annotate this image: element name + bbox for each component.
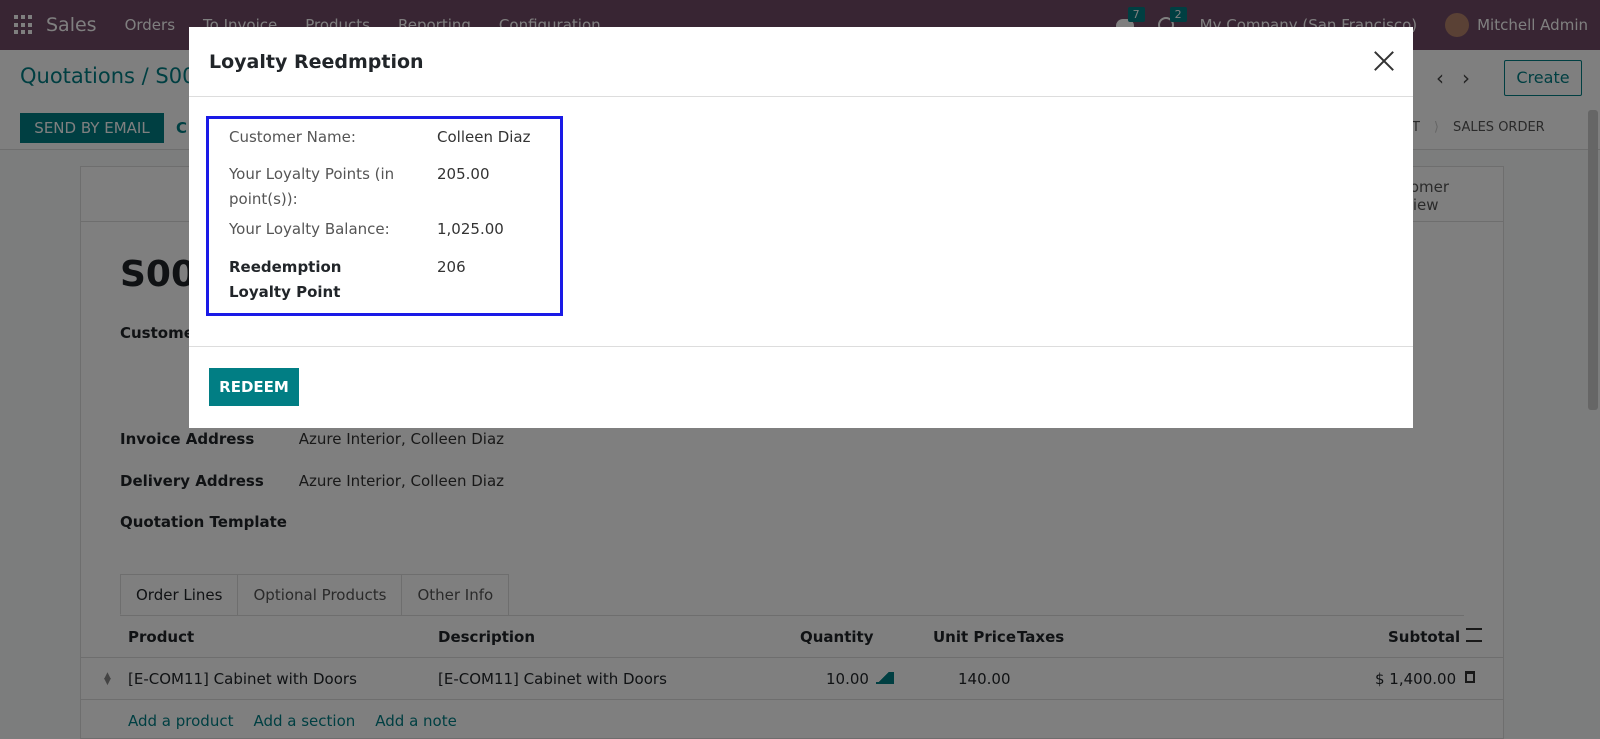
loyalty-points-label: Your Loyalty Points (in point(s)): (229, 165, 395, 208)
loyalty-points-value: 205.00 (437, 165, 490, 183)
customer-name-label: Customer Name: (229, 128, 356, 146)
modal-header: Loyalty Reedmption (189, 27, 1413, 97)
redeem-button[interactable]: REDEEM (209, 368, 299, 406)
loyalty-balance-label: Your Loyalty Balance: (229, 220, 390, 238)
modal-footer: REDEEM (189, 346, 1413, 428)
loyalty-balance-value: 1,025.00 (437, 220, 504, 238)
customer-name-value: Colleen Diaz (437, 128, 531, 146)
loyalty-redemption-dialog: Loyalty Reedmption Customer Name: Collee… (189, 27, 1413, 428)
redemption-points-label: Reedemption Loyalty Point (229, 258, 342, 301)
modal-title: Loyalty Reedmption (209, 51, 424, 73)
redemption-points-value[interactable]: 206 (437, 255, 466, 280)
close-icon[interactable] (1372, 49, 1396, 73)
